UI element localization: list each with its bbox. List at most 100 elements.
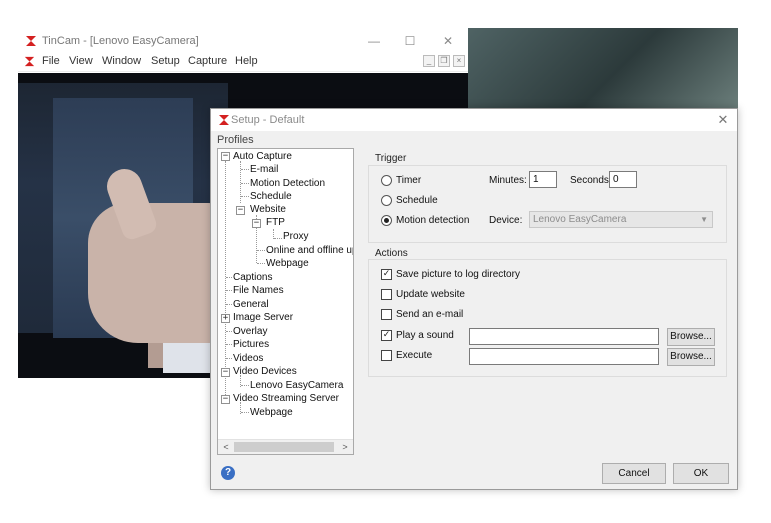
chevron-down-icon: ▼ — [700, 215, 708, 224]
actions-group-label: Actions — [375, 248, 408, 259]
tree-item-video-streaming-server[interactable]: Video Streaming Server — [233, 393, 339, 404]
tree-connector — [257, 263, 265, 264]
timer-radio[interactable] — [381, 175, 392, 186]
tree-connector — [226, 290, 232, 291]
tree-item-proxy[interactable]: Proxy — [283, 231, 309, 242]
tree-connector — [241, 385, 249, 386]
menu-view[interactable]: View — [69, 55, 93, 67]
tincam-logo-icon — [26, 36, 36, 46]
tree-item-webpage-streaming[interactable]: Webpage — [250, 407, 293, 418]
tree-collapse-toggle[interactable]: − — [252, 219, 261, 228]
setup-dialog-title: Setup - Default — [231, 114, 305, 126]
tree-item-file-names[interactable]: File Names — [233, 285, 284, 296]
tree-item-schedule[interactable]: Schedule — [250, 191, 292, 202]
setup-close-button[interactable]: ✕ — [713, 112, 733, 128]
scroll-left-arrow-icon[interactable]: < — [220, 441, 232, 453]
tree-connector — [241, 183, 249, 184]
help-icon[interactable]: ? — [221, 466, 235, 480]
background-window-top-right — [468, 28, 738, 108]
tree-connector — [226, 331, 232, 332]
save-picture-checkbox[interactable]: ✓ — [381, 269, 392, 280]
close-button[interactable]: ✕ — [438, 33, 458, 49]
tree-expand-toggle[interactable]: + — [221, 314, 230, 323]
schedule-label: Schedule — [396, 195, 438, 206]
maximize-button[interactable]: ☐ — [400, 33, 420, 49]
execute-checkbox[interactable] — [381, 350, 392, 361]
profiles-label: Profiles — [217, 134, 254, 146]
tree-item-overlay[interactable]: Overlay — [233, 326, 267, 337]
mdi-minimize-button[interactable]: _ — [423, 55, 435, 67]
browse-execute-button[interactable]: Browse... — [667, 348, 715, 366]
menu-bar: File View Window Setup Capture Help _ ❐ … — [18, 52, 468, 72]
tree-item-pictures[interactable]: Pictures — [233, 339, 269, 350]
scroll-thumb[interactable] — [234, 442, 334, 452]
minutes-label: Minutes: — [489, 175, 527, 186]
play-sound-label: Play a sound — [396, 330, 454, 341]
minutes-input[interactable]: 1 — [529, 171, 557, 188]
tree-item-video-devices[interactable]: Video Devices — [233, 366, 297, 377]
ok-button[interactable]: OK — [673, 463, 729, 484]
sound-file-input[interactable] — [469, 328, 659, 345]
motion-detection-label: Motion detection — [396, 215, 470, 226]
menu-help[interactable]: Help — [235, 55, 258, 67]
tree-item-auto-capture[interactable]: Auto Capture — [233, 151, 292, 162]
cancel-button[interactable]: Cancel — [602, 463, 666, 484]
tree-item-website[interactable]: Website — [250, 204, 286, 215]
tree-item-image-server[interactable]: Image Server — [233, 312, 293, 323]
schedule-radio[interactable] — [381, 195, 392, 206]
menu-capture[interactable]: Capture — [188, 55, 227, 67]
tree-item-lenovo-easycamera[interactable]: Lenovo EasyCamera — [250, 380, 343, 391]
scroll-right-arrow-icon[interactable]: > — [339, 441, 351, 453]
trigger-group-label: Trigger — [375, 153, 407, 164]
tree-connector — [226, 304, 232, 305]
tree-item-online-offline[interactable]: Online and offline uplc — [266, 245, 353, 256]
tree-collapse-toggle[interactable]: − — [221, 395, 230, 404]
document-logo-icon[interactable] — [23, 55, 36, 68]
tree-connector — [241, 169, 249, 170]
tree-connector — [226, 277, 232, 278]
tree-item-ftp[interactable]: FTP — [266, 217, 285, 228]
tree-item-general[interactable]: General — [233, 299, 269, 310]
timer-label: Timer — [396, 175, 422, 186]
tree-item-motion-detection[interactable]: Motion Detection — [250, 178, 325, 189]
device-select[interactable]: Lenovo EasyCamera ▼ — [529, 211, 713, 228]
tree-collapse-toggle[interactable]: − — [236, 206, 245, 215]
motion-detection-radio[interactable] — [381, 215, 392, 226]
play-sound-checkbox[interactable]: ✓ — [381, 330, 392, 341]
tree-connector — [241, 196, 249, 197]
main-titlebar[interactable]: TinCam - [Lenovo EasyCamera] — ☐ ✕ — [18, 30, 468, 52]
tree-horizontal-scrollbar[interactable]: < > — [218, 439, 353, 454]
send-email-label: Send an e-mail — [396, 309, 464, 320]
menu-setup[interactable]: Setup — [151, 55, 180, 67]
send-email-checkbox[interactable] — [381, 309, 392, 320]
setup-dialog: Setup - Default ✕ Profiles − Auto Captur… — [210, 108, 738, 490]
seconds-input[interactable]: 0 — [609, 171, 637, 188]
menu-window[interactable]: Window — [102, 55, 141, 67]
tree-item-email[interactable]: E-mail — [250, 164, 278, 175]
tree-item-webpage[interactable]: Webpage — [266, 258, 309, 269]
tree-connector — [274, 238, 282, 239]
settings-tree: − Auto Capture E-mail Motion Detection S… — [217, 148, 354, 455]
mdi-close-button[interactable]: × — [453, 55, 465, 67]
tree-connector — [226, 344, 232, 345]
tree-item-videos[interactable]: Videos — [233, 353, 263, 364]
tincam-logo-icon — [219, 115, 229, 125]
mdi-restore-button[interactable]: ❐ — [438, 55, 450, 67]
tree-connector — [241, 412, 249, 413]
setup-titlebar[interactable]: Setup - Default ✕ — [211, 109, 737, 131]
minimize-button[interactable]: — — [364, 33, 384, 49]
tree-connector — [257, 250, 265, 251]
device-select-value: Lenovo EasyCamera — [533, 214, 627, 225]
execute-command-input[interactable] — [469, 348, 659, 365]
tree-connector — [225, 161, 226, 397]
main-window-title: TinCam - [Lenovo EasyCamera] — [42, 35, 199, 47]
seconds-label: Seconds: — [570, 175, 612, 186]
update-website-checkbox[interactable] — [381, 289, 392, 300]
tree-collapse-toggle[interactable]: − — [221, 152, 230, 161]
menu-file[interactable]: File — [42, 55, 60, 67]
device-label: Device: — [489, 215, 523, 226]
tree-connector — [226, 358, 232, 359]
tree-item-captions[interactable]: Captions — [233, 272, 272, 283]
tree-collapse-toggle[interactable]: − — [221, 368, 230, 377]
browse-sound-button[interactable]: Browse... — [667, 328, 715, 346]
